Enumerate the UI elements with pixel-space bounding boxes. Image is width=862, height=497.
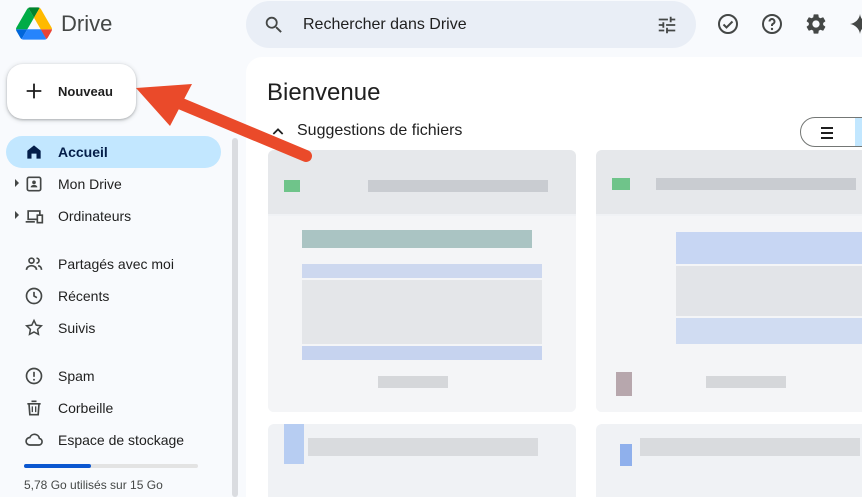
sidebar-item-label: Partagés avec moi: [58, 256, 174, 272]
plus-icon: [26, 83, 42, 99]
spam-icon: [25, 367, 43, 385]
clock-icon: [25, 287, 43, 305]
my-drive-icon: [26, 176, 42, 192]
annotation-arrow: [136, 84, 312, 162]
storage-progress-fill: [24, 464, 91, 468]
sidebar-item-label: Accueil: [58, 144, 108, 160]
file-suggestion-card[interactable]: [268, 424, 576, 497]
search-icon[interactable]: [263, 14, 285, 36]
offline-ready-icon[interactable]: [716, 12, 740, 36]
sidebar-item-stockage[interactable]: Espace de stockage: [6, 424, 221, 456]
star-icon: [24, 318, 44, 336]
sidebar-scrollbar[interactable]: [232, 138, 238, 497]
suggestions-section-title[interactable]: Suggestions de fichiers: [297, 122, 462, 140]
sidebar-item-suivis[interactable]: Suivis: [6, 312, 221, 344]
view-toggle[interactable]: [800, 117, 862, 147]
computers-icon: [25, 210, 44, 224]
help-icon[interactable]: [760, 12, 784, 36]
sidebar-item-label: Suivis: [58, 320, 96, 336]
sidebar-item-spam[interactable]: Spam: [6, 360, 221, 392]
trash-icon: [27, 400, 41, 416]
sidebar-item-label: Spam: [58, 368, 95, 384]
search-bar[interactable]: Rechercher dans Drive: [246, 1, 696, 48]
storage-usage-text: 5,78 Go utilisés sur 15 Go: [24, 478, 163, 492]
file-suggestion-card[interactable]: [596, 424, 862, 497]
list-view-icon[interactable]: [819, 126, 835, 140]
drive-logo[interactable]: [16, 7, 52, 40]
sidebar-item-ordinateurs[interactable]: Ordinateurs: [6, 200, 221, 232]
file-suggestion-card[interactable]: [268, 150, 576, 412]
sidebar-item-label: Récents: [58, 288, 110, 304]
sidebar-item-label: Corbeille: [58, 400, 114, 416]
sidebar-item-mon-drive[interactable]: Mon Drive: [6, 168, 221, 200]
new-button[interactable]: Nouveau: [7, 64, 136, 119]
search-options-icon[interactable]: [656, 14, 678, 36]
search-input[interactable]: Rechercher dans Drive: [303, 16, 467, 34]
new-button-label: Nouveau: [58, 84, 113, 99]
gemini-icon[interactable]: [848, 12, 862, 36]
shared-icon: [25, 257, 43, 270]
storage-progress-bar: [24, 464, 198, 468]
grid-view-button[interactable]: [855, 118, 862, 146]
settings-icon[interactable]: [804, 12, 828, 36]
sidebar-item-label: Espace de stockage: [58, 432, 185, 448]
home-icon: [27, 145, 41, 159]
sidebar-item-recents[interactable]: Récents: [6, 280, 221, 312]
sidebar-item-label: Ordinateurs: [58, 208, 132, 224]
sidebar-item-corbeille[interactable]: Corbeille: [6, 392, 221, 424]
sidebar-item-partages[interactable]: Partagés avec moi: [6, 248, 221, 280]
expand-caret-icon[interactable]: [15, 211, 19, 219]
cloud-icon: [25, 433, 43, 446]
expand-caret-icon[interactable]: [15, 179, 19, 187]
sidebar-item-label: Mon Drive: [58, 176, 122, 192]
app-title[interactable]: Drive: [61, 11, 112, 37]
file-suggestion-card[interactable]: [596, 150, 862, 412]
